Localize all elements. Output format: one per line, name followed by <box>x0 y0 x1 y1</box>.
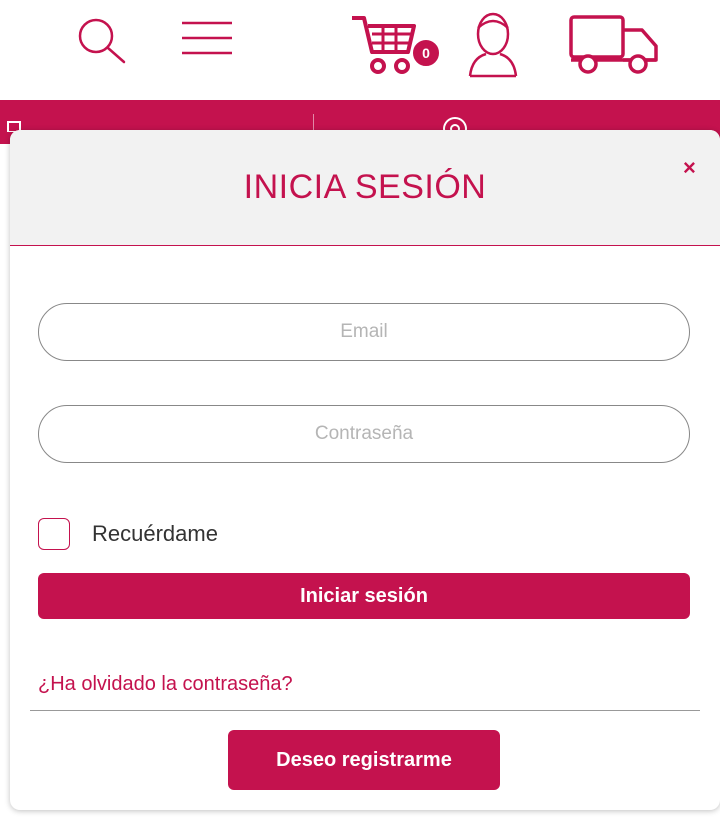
modal-title: INICIA SESIÓN <box>243 168 487 206</box>
top-header: 0 <box>0 0 720 100</box>
close-icon[interactable]: × <box>683 155 696 181</box>
divider <box>30 710 700 711</box>
forgot-password-link[interactable]: ¿Ha olvidado la contraseña? <box>38 673 293 696</box>
register-button[interactable]: Deseo registrarme <box>228 730 500 790</box>
login-modal: INICIA SESIÓN × Recuérdame Iniciar sesió… <box>10 130 720 810</box>
cart-count-badge: 0 <box>411 38 441 68</box>
truck-icon[interactable] <box>568 14 660 76</box>
modal-header: INICIA SESIÓN × <box>10 130 720 246</box>
cart-icon[interactable] <box>350 12 420 76</box>
email-field[interactable] <box>38 303 690 361</box>
password-field[interactable] <box>38 405 690 463</box>
menu-icon[interactable] <box>180 20 234 56</box>
user-icon[interactable] <box>466 10 520 78</box>
remember-label: Recuérdame <box>92 521 218 546</box>
remember-checkbox[interactable] <box>38 518 70 550</box>
search-icon[interactable] <box>76 16 128 64</box>
login-button[interactable]: Iniciar sesión <box>38 573 690 619</box>
